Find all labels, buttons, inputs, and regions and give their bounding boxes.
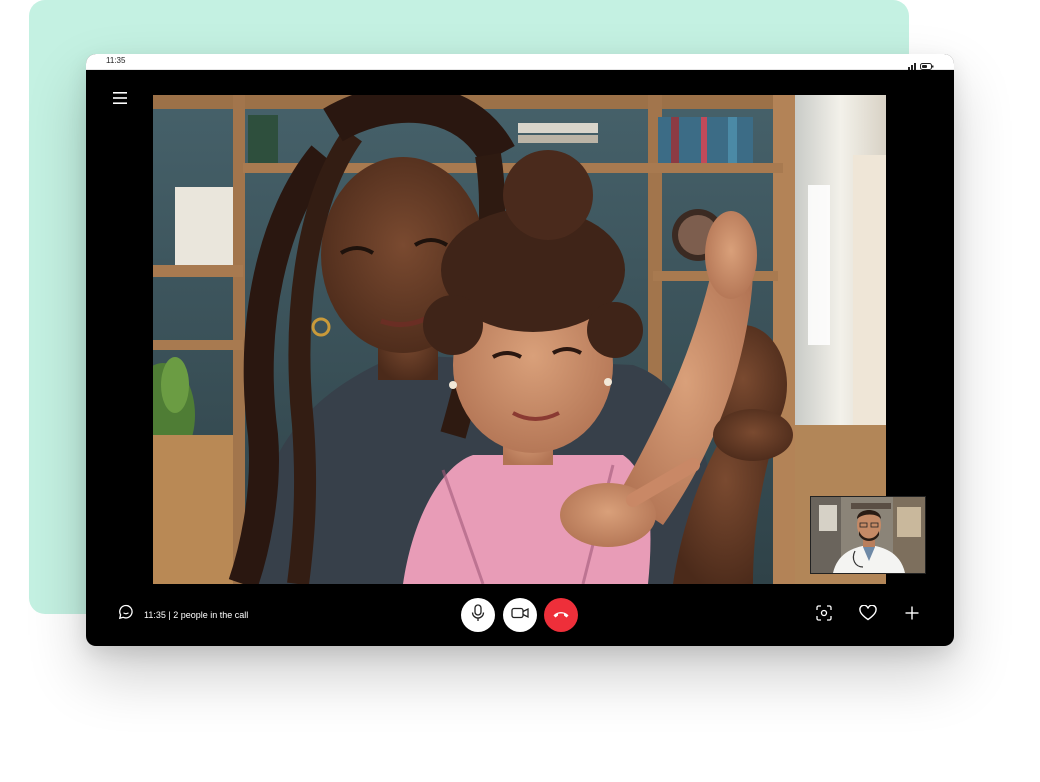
camera-button[interactable] [503, 598, 537, 632]
microphone-button[interactable] [461, 598, 495, 632]
screenshot-capture-icon [816, 604, 832, 626]
status-time: 11:35 [106, 56, 126, 65]
microphone-icon [471, 603, 485, 627]
phone-hangup-icon [552, 606, 570, 624]
call-info: 11:35 | 2 people in the call [118, 604, 248, 625]
remote-video-feed [153, 95, 886, 584]
self-video-image [811, 497, 925, 573]
plus-icon [905, 606, 919, 625]
video-camera-icon [511, 606, 529, 624]
remote-video-image [153, 95, 886, 584]
end-call-button[interactable] [544, 598, 578, 632]
call-status-text: 11:35 | 2 people in the call [144, 609, 249, 620]
heart-icon [859, 604, 877, 626]
add-participant-button[interactable] [900, 603, 924, 627]
hamburger-menu-icon [113, 91, 127, 109]
tablet-frame: 11:35 11:35 | 2 people in the call [86, 54, 954, 646]
signal-bars-icon [908, 57, 917, 75]
capture-button[interactable] [812, 603, 836, 627]
status-bar: 11:35 [86, 54, 954, 70]
call-control-bar: 11:35 | 2 people in the call [86, 584, 954, 646]
status-icons [908, 57, 934, 75]
self-video-preview[interactable] [810, 496, 926, 574]
battery-icon [920, 57, 934, 75]
react-button[interactable] [856, 603, 880, 627]
menu-button[interactable] [112, 92, 128, 108]
chat-bubble-icon[interactable] [118, 604, 134, 625]
